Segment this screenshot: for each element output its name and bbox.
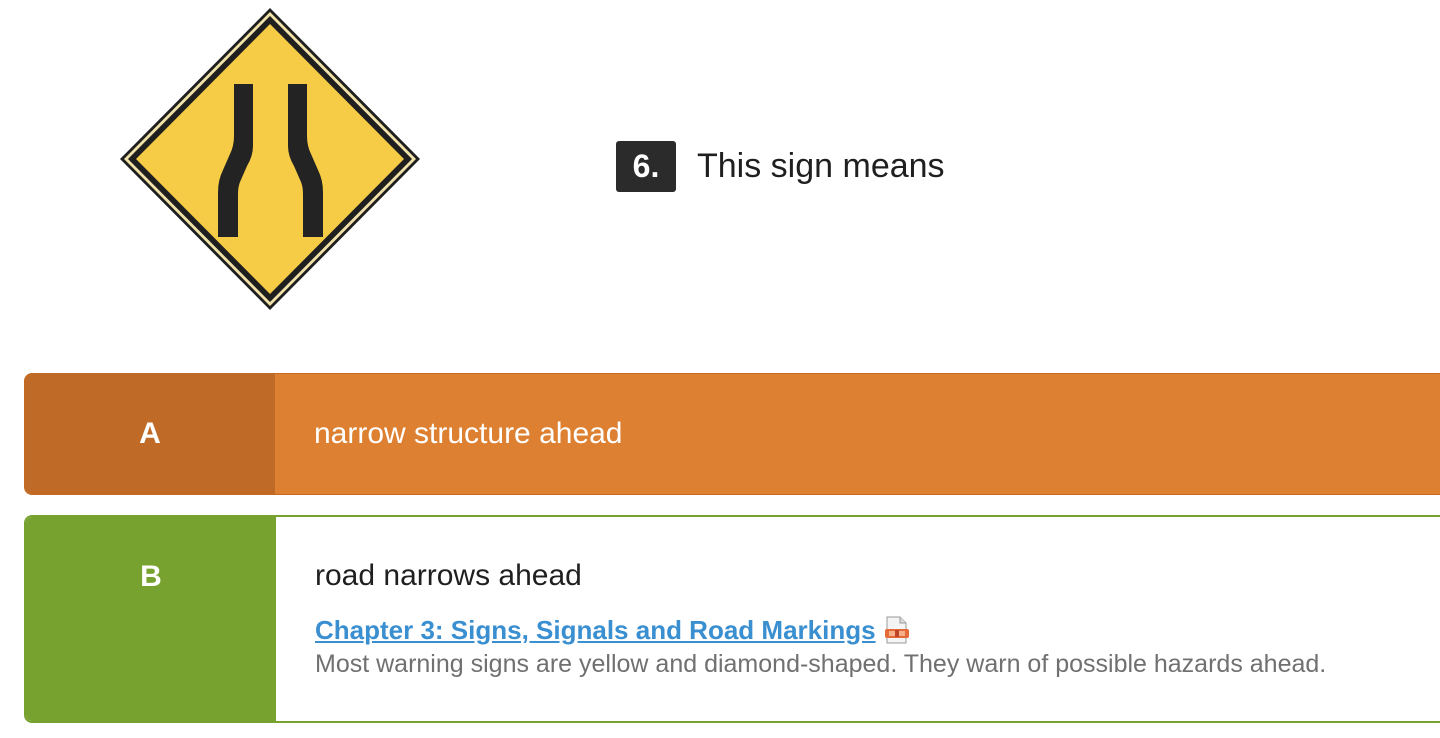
answer-body-b: road narrows ahead Chapter 3: Signs, Sig… (276, 517, 1326, 721)
answer-text-b: road narrows ahead (315, 559, 582, 592)
question-text: This sign means (697, 147, 945, 185)
answer-letter-a: A (25, 374, 275, 494)
answer-option-a[interactable]: A narrow structure ahead (24, 373, 1440, 495)
answer-explanation: Most warning signs are yellow and diamon… (315, 650, 1327, 678)
document-link-icon[interactable] (884, 616, 910, 644)
chapter-reference-link[interactable]: Chapter 3: Signs, Signals and Road Marki… (315, 615, 876, 646)
answer-option-b[interactable]: B road narrows ahead Chapter 3: Signs, S… (24, 515, 1440, 723)
quiz-page: 6. This sign means A narrow structure ah… (0, 0, 1440, 738)
answer-letter-b: B (26, 517, 276, 721)
question-header: 6. This sign means (616, 141, 945, 192)
reference-line: Chapter 3: Signs, Signals and Road Marki… (315, 615, 1326, 645)
question-number-badge: 6. (616, 141, 676, 192)
answer-text-a: narrow structure ahead (314, 417, 623, 450)
road-narrows-sign-icon (116, 4, 424, 314)
